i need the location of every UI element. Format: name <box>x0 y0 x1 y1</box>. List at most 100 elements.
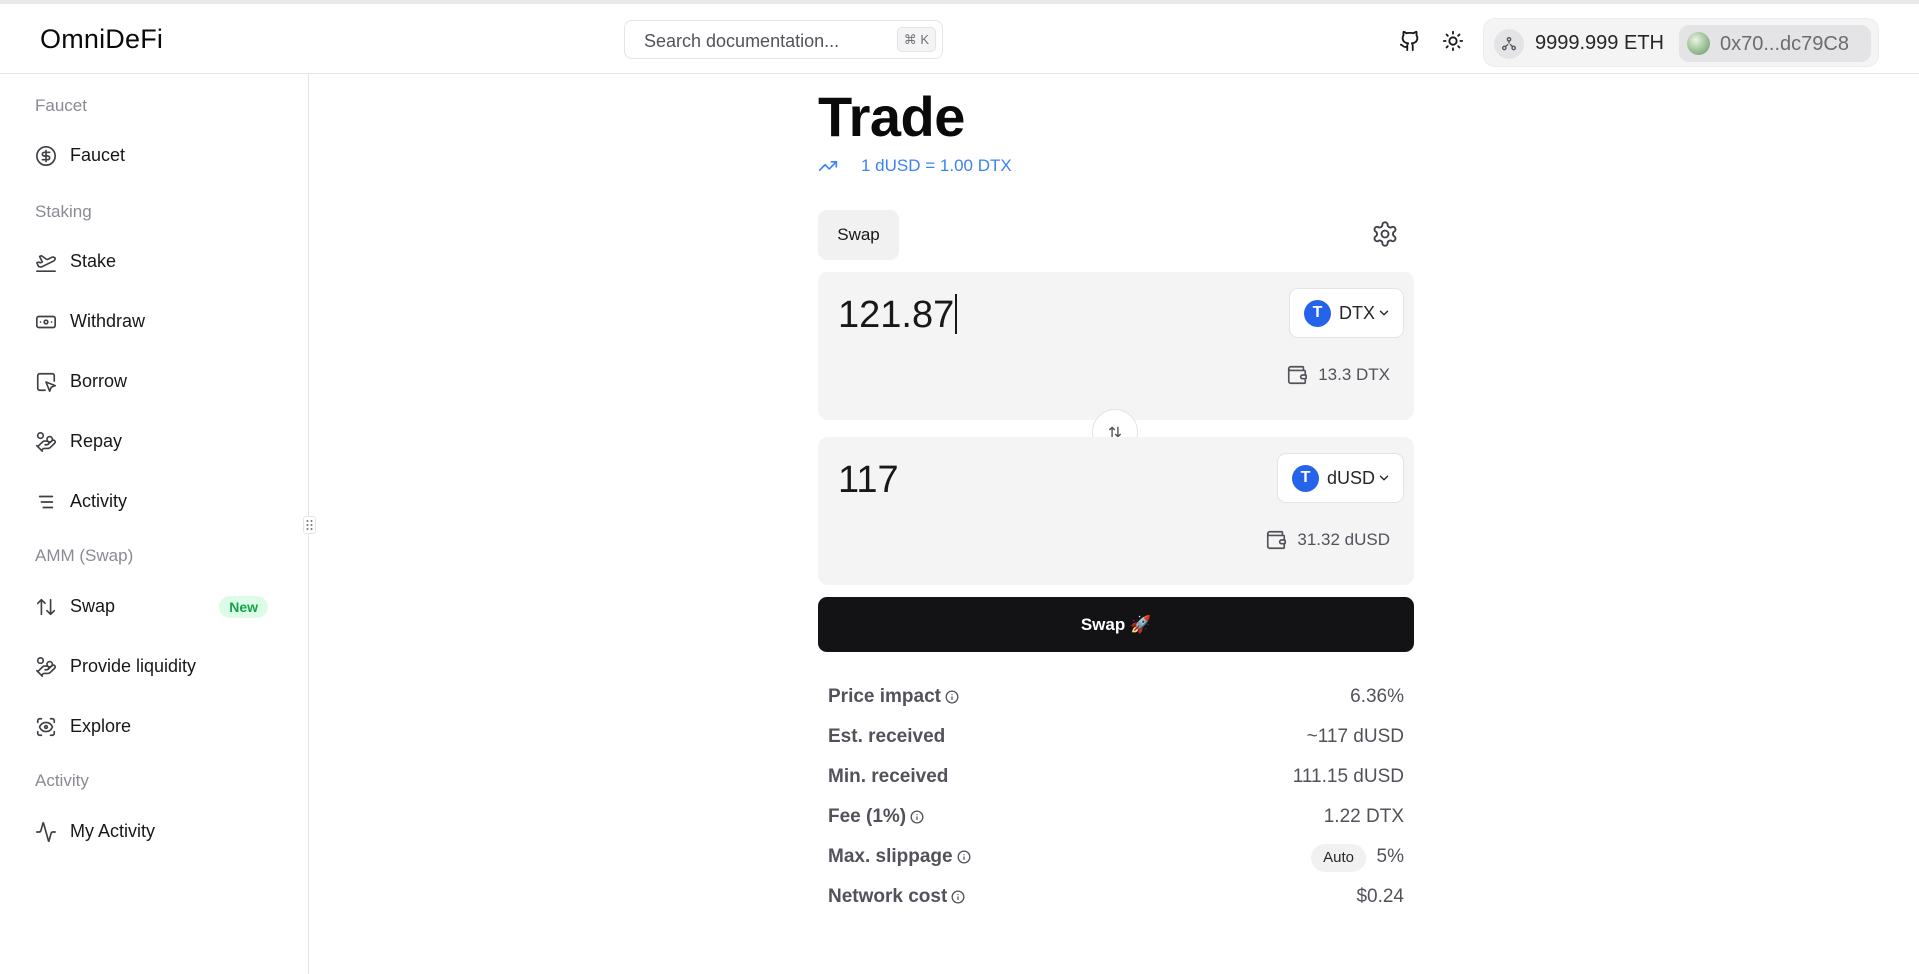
section-title-amm: AMM (Swap) <box>35 546 134 565</box>
page-title: Trade <box>818 85 965 148</box>
new-badge: New <box>219 596 268 618</box>
eye-scan-icon <box>34 715 58 739</box>
trending-up-icon <box>818 156 838 176</box>
from-amount-input[interactable]: 121.87 <box>838 294 958 337</box>
sidebar-item-repay[interactable]: Repay <box>22 420 284 462</box>
sidebar-item-my-activity[interactable]: My Activity <box>22 810 284 852</box>
detail-value: 1.22 DTX <box>1323 806 1404 827</box>
exchange-rate-text: 1 dUSD = 1.00 DTX <box>861 156 1012 175</box>
wallet-address: 0x70...dc79C8 <box>1720 33 1849 55</box>
brand-logo[interactable]: OmniDeFi <box>40 24 163 55</box>
sidebar-item-provide-liquidity[interactable]: Provide liquidity <box>22 645 284 687</box>
detail-value: $0.24 <box>1356 886 1404 907</box>
hand-coins-icon <box>34 430 58 454</box>
sidebar-item-label: Swap <box>70 596 116 616</box>
hand-coins-icon <box>34 655 58 679</box>
chevron-down-icon <box>1377 471 1391 485</box>
wallet-balance: 9999.999 ETH <box>1535 32 1664 54</box>
top-bar: OmniDeFi Search documentation... ⌘ K 999… <box>0 0 1919 74</box>
search-shortcut: ⌘ K <box>896 27 936 52</box>
sidebar-item-faucet[interactable]: Faucet <box>22 134 284 176</box>
sun-icon[interactable] <box>1440 28 1466 54</box>
detail-label: Max. slippage <box>828 846 971 868</box>
sidebar-item-swap[interactable]: Swap New <box>22 585 284 627</box>
avatar <box>1687 32 1710 55</box>
dollar-circle-icon <box>34 144 58 168</box>
sidebar-item-label: Activity <box>70 491 128 511</box>
to-token-symbol: dUSD <box>1326 467 1375 488</box>
from-amount-value: 121.87 <box>838 294 955 336</box>
from-token-panel: 121.87 T DTX 13.3 DTX <box>818 272 1414 420</box>
network-icon[interactable] <box>1494 29 1524 59</box>
chevron-down-icon <box>1377 306 1391 320</box>
detail-row-min-received: Min. received 111.15 dUSD <box>828 761 1404 791</box>
github-icon[interactable] <box>1397 28 1423 54</box>
detail-row-fee: Fee (1%) 1.22 DTX <box>828 801 1404 831</box>
gear-icon[interactable] <box>1370 219 1400 249</box>
text-caret <box>955 294 958 334</box>
wallet-widget[interactable]: 9999.999 ETH 0x70...dc79C8 <box>1483 18 1879 67</box>
token-logo-icon: T <box>1304 299 1331 327</box>
square-pointer-icon <box>34 370 58 394</box>
detail-label: Min. received <box>828 766 949 787</box>
from-balance-text: 13.3 DTX <box>1318 365 1390 384</box>
search-input[interactable]: Search documentation... ⌘ K <box>624 20 943 59</box>
info-icon[interactable] <box>951 890 965 904</box>
sidebar: Faucet Faucet Staking Stake Withdraw Bor… <box>0 74 309 974</box>
exchange-rate: 1 dUSD = 1.00 DTX <box>818 154 1012 178</box>
to-balance-text: 31.32 dUSD <box>1297 530 1390 549</box>
sidebar-item-label: Repay <box>70 431 123 451</box>
swap-button[interactable]: Swap 🚀 <box>818 597 1414 652</box>
to-token-balance[interactable]: 31.32 dUSD <box>1265 529 1390 551</box>
arrow-up-down-icon <box>34 595 58 619</box>
search-placeholder: Search documentation... <box>644 31 840 51</box>
sidebar-item-label: Faucet <box>70 145 126 165</box>
plane-takeoff-icon <box>34 250 58 274</box>
detail-value: ~117 dUSD <box>1306 726 1404 747</box>
detail-row-est-received: Est. received ~117 dUSD <box>828 721 1404 751</box>
info-icon[interactable] <box>945 690 959 704</box>
from-token-symbol: DTX <box>1339 302 1375 323</box>
to-token-panel: 117 T dUSD 31.32 dUSD <box>818 437 1414 585</box>
sidebar-item-explore[interactable]: Explore <box>22 705 284 747</box>
sidebar-item-activity[interactable]: Activity <box>22 480 284 522</box>
to-token-select[interactable]: T dUSD <box>1276 453 1404 503</box>
detail-label: Est. received <box>828 726 946 747</box>
tab-swap[interactable]: Swap <box>818 210 899 260</box>
info-icon[interactable] <box>957 850 971 864</box>
wallet-icon <box>1286 364 1308 386</box>
list-icon <box>34 490 58 514</box>
section-title-staking: Staking <box>35 202 92 221</box>
activity-icon <box>34 820 58 844</box>
token-logo-icon: T <box>1291 464 1319 492</box>
section-title-faucet: Faucet <box>35 96 87 115</box>
account-button[interactable]: 0x70...dc79C8 <box>1679 25 1871 62</box>
detail-value: 6.36% <box>1350 686 1404 707</box>
sidebar-item-label: My Activity <box>70 821 156 841</box>
detail-label: Fee (1%) <box>828 806 924 828</box>
detail-row-network-cost: Network cost $0.24 <box>828 881 1404 911</box>
sidebar-item-label: Withdraw <box>70 311 146 331</box>
wallet-icon <box>1265 529 1287 551</box>
section-title-activity: Activity <box>35 771 89 790</box>
from-token-balance[interactable]: 13.3 DTX <box>1286 364 1390 386</box>
sidebar-item-label: Provide liquidity <box>70 656 197 676</box>
detail-value: 5% <box>1376 846 1404 867</box>
sidebar-item-label: Explore <box>70 716 132 736</box>
sidebar-item-label: Stake <box>70 251 117 271</box>
detail-value: 111.15 dUSD <box>1292 766 1404 787</box>
sidebar-item-stake[interactable]: Stake <box>22 240 284 282</box>
sidebar-item-borrow[interactable]: Borrow <box>22 360 284 402</box>
banknote-icon <box>34 310 58 334</box>
detail-label: Network cost <box>828 886 965 908</box>
slippage-auto-toggle[interactable]: Auto <box>1311 844 1366 872</box>
detail-label: Price impact <box>828 686 959 708</box>
info-icon[interactable] <box>910 810 924 824</box>
detail-row-max-slippage: Max. slippage Auto 5% <box>828 841 1404 872</box>
sidebar-item-withdraw[interactable]: Withdraw <box>22 300 284 342</box>
detail-row-price-impact: Price impact 6.36% <box>828 681 1404 711</box>
to-amount-input[interactable]: 117 <box>838 459 899 502</box>
from-token-select[interactable]: T DTX <box>1289 288 1404 338</box>
sidebar-item-label: Borrow <box>70 371 128 391</box>
sidebar-resize-handle[interactable] <box>303 516 316 534</box>
